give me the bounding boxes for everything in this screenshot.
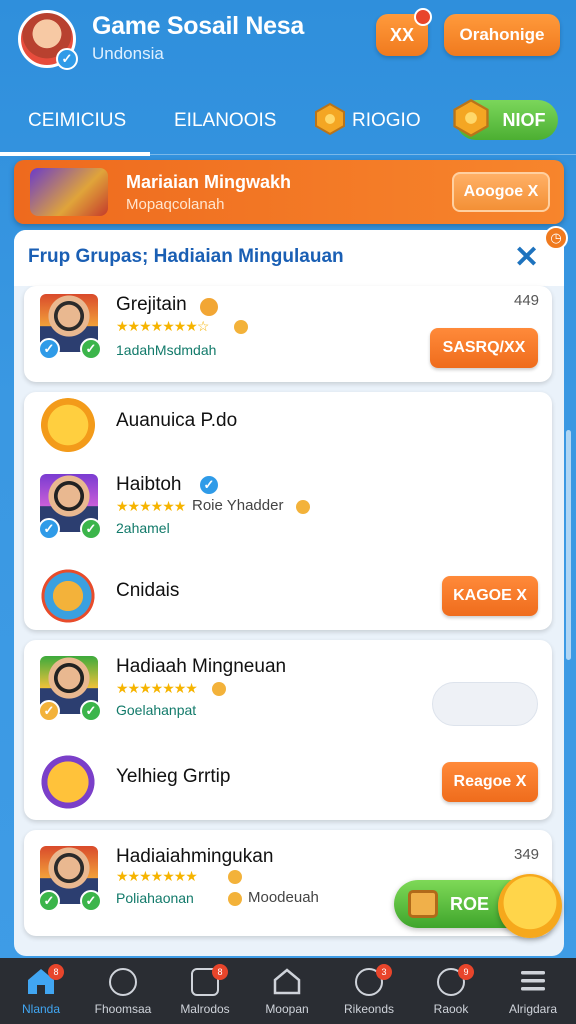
plus-circle-icon <box>109 968 137 996</box>
banner-characters-image <box>30 168 108 216</box>
profile-avatar[interactable]: ✓ <box>18 10 78 70</box>
panel-header: Frup Grupas; Hadiaian Mingulauan ✕ <box>14 230 564 286</box>
nav-label: Malrodos <box>180 1002 230 1016</box>
check-icon: ✓ <box>38 890 60 912</box>
nav-badge: 8 <box>48 964 64 980</box>
coin-icon: ✓ <box>38 700 60 722</box>
rating-stars: ★★★★★★★ <box>116 868 198 884</box>
mascot-fab-icon[interactable] <box>498 874 562 938</box>
item-meta: Poliahaonan <box>116 890 194 906</box>
nav-item-fhoomsaa[interactable]: Fhoomsaa <box>82 958 164 1024</box>
nav-label: Alrigdara <box>508 1002 558 1016</box>
rating-stars: ★★★★★★★ <box>116 680 198 696</box>
check-icon: ✓ <box>80 700 102 722</box>
mascot-image <box>38 398 98 458</box>
check-icon: ✓ <box>80 518 102 540</box>
active-tab-indicator <box>0 152 150 156</box>
groups-panel: Frup Grupas; Hadiaian Mingulauan ✕ ✓ ✓ G… <box>14 230 564 956</box>
scrollbar[interactable] <box>566 430 571 660</box>
verified-icon: ✓ <box>38 518 60 540</box>
app-title: Game Sosail Nesa <box>92 12 304 40</box>
app-header: ✓ Game Sosail Nesa Undonsia XX Orahonige <box>0 0 576 88</box>
rating-stars: ★★★★★★ <box>116 498 186 514</box>
item-name[interactable]: Auanuica P.do <box>116 410 237 432</box>
coin-icon <box>228 892 242 906</box>
item-count: 449 <box>514 292 540 309</box>
nav-badge: 9 <box>458 964 474 980</box>
list-item[interactable]: ✓ ✓ Grejitain ★★★★★★★☆ 1adahMsdmdah 449 … <box>24 286 552 382</box>
item-count: 349 <box>514 846 540 863</box>
nav-label: Rikeonds <box>343 1002 395 1016</box>
item-role: Roie Yhadder <box>192 497 284 514</box>
menu-icon <box>521 971 545 991</box>
check-icon: ✓ <box>80 890 102 912</box>
gift-icon <box>453 98 489 138</box>
gold-badge-icon <box>200 298 218 316</box>
bottom-nav: 8 Nlanda Fhoomsaa 8 Malrodos Moopan 3 Ri… <box>0 958 576 1024</box>
nav-badge: 8 <box>212 964 228 980</box>
coin-icon <box>212 682 226 696</box>
item-meta: 1adahMsdmdah <box>116 342 217 358</box>
verified-icon: ✓ <box>38 338 60 360</box>
item-name[interactable]: Haibtoh <box>116 474 182 496</box>
clock-icon[interactable]: ◷ <box>544 226 568 250</box>
check-icon: ✓ <box>80 338 102 360</box>
coin-icon <box>234 320 248 334</box>
tab-riogio[interactable]: RIOGIO <box>352 110 421 132</box>
coin-icon <box>228 870 242 884</box>
join-button[interactable]: KAGOE X <box>442 576 538 616</box>
mascot-image <box>38 566 98 626</box>
chest-icon <box>408 890 438 918</box>
nav-badge: 3 <box>376 964 392 980</box>
tab-eilanooi[interactable]: EILANOOIS <box>174 110 276 132</box>
item-meta: Goelahanpat <box>116 702 197 718</box>
nav-item-nlanda[interactable]: 8 Nlanda <box>0 958 82 1024</box>
promo-banner[interactable]: Mariaian Mingwakh Mopaqcolanah Aoogoe X <box>14 160 564 224</box>
app-subtitle: Undonsia <box>92 44 164 63</box>
nav-label: Moopan <box>265 1002 309 1016</box>
rating-stars: ★★★★★★★☆ <box>116 318 209 334</box>
banner-title: Mariaian Mingwakh <box>126 172 292 192</box>
disabled-button[interactable] <box>432 682 538 726</box>
list-group: ✓ ✓ Hadiaah Mingneuan ★★★★★★★ Goelahanpa… <box>24 640 552 820</box>
list-group: Auanuica P.do ✓ ✓ Haibtoh ✓ ★★★★★★ Roie … <box>24 392 552 630</box>
notification-dot-icon <box>414 8 432 26</box>
banner-button[interactable]: Aoogoe X <box>452 172 550 212</box>
verified-icon: ✓ <box>198 474 220 496</box>
verified-icon: ✓ <box>56 48 78 70</box>
item-name[interactable]: Hadiaah Mingneuan <box>116 656 286 678</box>
panel-title: Frup Grupas; Hadiaian Mingulauan <box>28 246 344 267</box>
nav-item-alrigdara[interactable]: Alrigdara <box>492 958 574 1024</box>
nav-item-rikeonds[interactable]: 3 Rikeonds <box>328 958 410 1024</box>
nav-item-malrodos[interactable]: 8 Malrodos <box>164 958 246 1024</box>
item-name[interactable]: Yelhieg Grrtip <box>116 766 230 788</box>
nav-label: Raook <box>433 1002 469 1016</box>
item-role: Moodeuah <box>248 889 319 906</box>
item-name: Grejitain <box>116 294 187 315</box>
tab-bar: CEIMICIUS EILANOOIS RIOGIO NIOF <box>0 96 576 156</box>
item-name[interactable]: Cnidais <box>116 580 179 602</box>
coin-icon <box>296 500 310 514</box>
nav-label: Nlanda <box>21 1002 61 1016</box>
treasure-icon <box>315 102 345 136</box>
close-header-button[interactable]: XX <box>376 8 432 56</box>
item-name: Hadiaiahmingukan <box>116 846 274 867</box>
nav-item-raook[interactable]: 9 Raook <box>410 958 492 1024</box>
item-meta: 2ahamel <box>116 520 170 536</box>
mascot-image <box>38 752 98 812</box>
join-button[interactable]: Reagoe X <box>442 762 538 802</box>
banner-subtitle: Mopaqcolanah <box>126 196 225 213</box>
nav-label: Fhoomsaa <box>94 1002 152 1016</box>
tab-ceimicius[interactable]: CEIMICIUS <box>28 110 126 132</box>
house-outline-icon <box>273 968 301 995</box>
close-icon[interactable]: ✕ <box>514 240 539 275</box>
header-cta-button[interactable]: Orahonige <box>444 14 560 56</box>
join-button[interactable]: SASRQ/XX <box>430 328 538 368</box>
nav-item-moopan[interactable]: Moopan <box>246 958 328 1024</box>
